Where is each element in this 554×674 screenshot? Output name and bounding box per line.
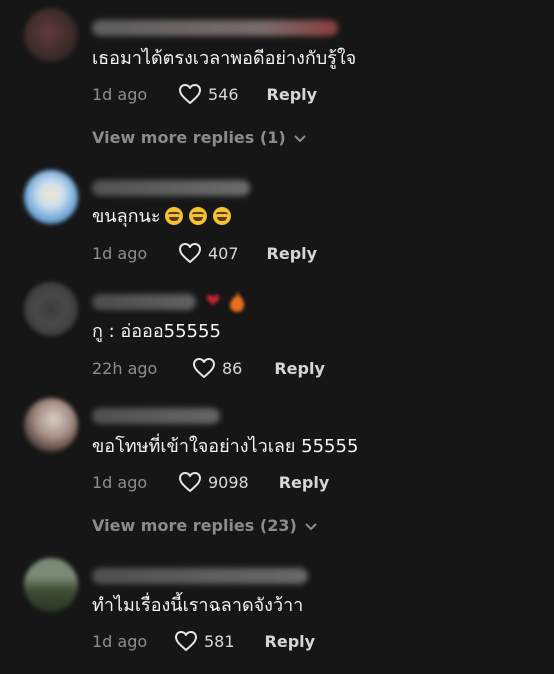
heart-outline-icon [179,243,201,263]
comment-text: กู : อ่อออ55555 [92,321,221,342]
reply-button[interactable]: Reply [267,244,318,263]
comment-meta: 1d ago 407 Reply [92,241,317,265]
timestamp: 1d ago [92,84,148,104]
like-count: 9098 [208,472,249,492]
view-more-replies-button[interactable]: View more replies (1) [92,128,306,147]
chevron-down-icon [293,128,306,147]
comment-text: ทำไมเรื่องนี้เราฉลาดจังว้าา [92,595,304,616]
view-more-replies-label: View more replies (1) [92,128,286,147]
comment-text: เธอมาได้ตรงเวลาพอดีอย่างกับรู้ใจ [92,48,357,69]
laughing-emoji-icon [188,207,207,225]
timestamp: 1d ago [92,472,148,492]
heart-outline-icon [179,84,201,104]
reply-button[interactable]: Reply [274,359,325,378]
like-count: 546 [208,84,239,104]
avatar[interactable] [24,558,78,612]
comment-meta: 22h ago 86 Reply [92,356,325,380]
heart-emoji-icon [206,294,220,306]
avatar[interactable] [24,8,78,62]
laughing-emoji-icon [164,207,183,225]
comment-text-body: ขนลุกนะ [92,206,161,227]
heart-outline-icon [179,472,201,492]
like-button[interactable]: 546 [178,83,239,105]
reply-button[interactable]: Reply [279,473,330,492]
like-button[interactable]: 581 [174,630,235,652]
like-button[interactable]: 9098 [178,471,249,493]
avatar[interactable] [24,170,78,224]
avatar[interactable] [24,282,78,336]
comment-meta: 1d ago 9098 Reply [92,470,329,494]
timestamp: 22h ago [92,358,158,378]
fire-emoji-icon [230,292,244,312]
comment-meta: 1d ago 546 Reply [92,82,317,106]
timestamp: 1d ago [92,243,148,263]
heart-outline-icon [193,358,215,378]
comment-text: ขนลุกนะ [92,206,231,228]
reply-button[interactable]: Reply [267,85,318,104]
like-count: 581 [204,631,235,651]
view-more-replies-label: View more replies (23) [92,516,297,535]
like-button[interactable]: 86 [192,357,242,379]
comment-text: ขอโทษที่เข้าใจอย่างไวเลย 55555 [92,436,359,457]
like-count: 86 [222,358,243,378]
username-blurred[interactable] [92,20,338,36]
username-blurred[interactable] [92,180,250,196]
username-blurred[interactable] [92,408,220,424]
timestamp: 1d ago [92,631,148,651]
view-more-replies-button[interactable]: View more replies (23) [92,516,317,535]
comment-meta: 1d ago 581 Reply [92,629,315,653]
like-button[interactable]: 407 [178,242,239,264]
like-count: 407 [208,243,239,263]
username-blurred[interactable] [92,294,196,310]
laughing-emoji-icon [212,207,231,225]
reply-button[interactable]: Reply [265,632,316,651]
avatar[interactable] [24,398,78,452]
username-blurred[interactable] [92,568,308,584]
chevron-down-icon [305,516,317,535]
heart-outline-icon [175,631,197,651]
